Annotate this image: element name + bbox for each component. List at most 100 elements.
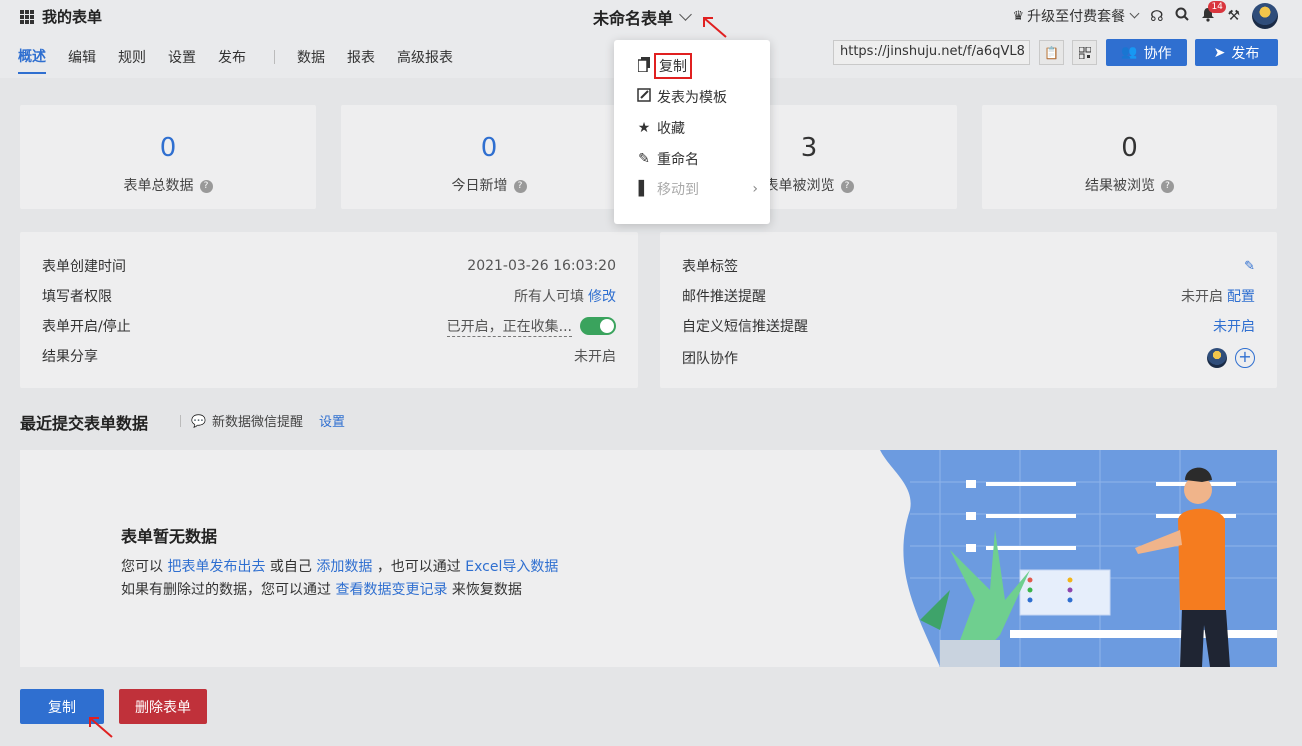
stat-value[interactable]: 0 bbox=[20, 133, 316, 163]
email-row: 邮件推送提醒 未开启 配置 bbox=[682, 286, 1255, 306]
notification-count-badge: 14 bbox=[1208, 0, 1226, 13]
wechat-label: 新数据微信提醒 bbox=[211, 415, 303, 430]
copy-form-button[interactable]: 复制 bbox=[20, 689, 104, 724]
data-history-link[interactable]: 查看数据变更记录 bbox=[335, 582, 447, 598]
empty-state-title: 表单暂无数据 bbox=[121, 527, 218, 546]
menu-item-label: 重命名 bbox=[657, 152, 699, 168]
qrcode-icon bbox=[1078, 46, 1091, 59]
stat-value[interactable]: 0 bbox=[341, 133, 637, 163]
team-label: 团队协作 bbox=[682, 351, 738, 367]
star-icon: ★ bbox=[637, 120, 651, 136]
menu-item-favorite[interactable]: ★ 收藏 bbox=[636, 118, 685, 138]
my-forms-link[interactable]: 我的表单 bbox=[20, 6, 102, 27]
template-icon bbox=[636, 88, 652, 106]
text: 或自己 bbox=[269, 559, 312, 575]
empty-state-card: 表单暂无数据 您可以 把表单发布出去 或自己 添加数据 ，也可以通过 Excel… bbox=[20, 450, 1277, 667]
stat-label: 表单总数据 bbox=[123, 178, 194, 194]
tags-row: 表单标签 ✎ bbox=[682, 256, 1255, 276]
open-toggle[interactable] bbox=[580, 317, 616, 335]
stat-card-today: 0 今日新增? bbox=[341, 105, 637, 209]
menu-item-copy[interactable]: 复制 bbox=[636, 53, 692, 79]
permission-row: 填写者权限 所有人可填 修改 bbox=[42, 286, 616, 306]
support-icon[interactable]: ☊ bbox=[1150, 7, 1163, 25]
tab-advanced-reports[interactable]: 高级报表 bbox=[397, 47, 453, 73]
form-title: 未命名表单 bbox=[593, 9, 674, 28]
search-icon[interactable] bbox=[1175, 7, 1190, 25]
chevron-down-icon[interactable] bbox=[679, 8, 692, 21]
paper-plane-icon: ➤ bbox=[1213, 44, 1226, 61]
empty-data-illustration bbox=[880, 450, 1277, 667]
notification-info-card: 表单标签 ✎ 邮件推送提醒 未开启 配置 自定义短信推送提醒 未开启 团队协作 + bbox=[660, 232, 1277, 388]
chevron-down-icon bbox=[1129, 8, 1140, 19]
upgrade-label: 升级至付费套餐 bbox=[1027, 9, 1126, 25]
upgrade-link[interactable]: ♛ 升级至付费套餐 bbox=[1012, 6, 1140, 26]
created-label: 表单创建时间 bbox=[42, 259, 126, 275]
tab-overview[interactable]: 概述 bbox=[18, 46, 46, 74]
open-status[interactable]: 已开启，正在收集... bbox=[446, 316, 572, 337]
help-icon[interactable]: ? bbox=[1161, 179, 1174, 193]
permission-label: 填写者权限 bbox=[42, 289, 112, 305]
apps-grid-icon bbox=[20, 9, 34, 24]
tools-icon[interactable]: ⚒ bbox=[1227, 8, 1240, 24]
permission-edit-link[interactable]: 修改 bbox=[588, 286, 616, 306]
help-icon[interactable]: ? bbox=[199, 179, 213, 193]
folder-icon: ▌ bbox=[638, 181, 650, 197]
empty-state-line-1: 您可以 把表单发布出去 或自己 添加数据 ，也可以通过 Excel导入数据 bbox=[121, 556, 558, 576]
tab-publish[interactable]: 发布 bbox=[218, 47, 246, 73]
excel-import-link[interactable]: Excel导入数据 bbox=[465, 559, 558, 575]
publish-button[interactable]: ➤ 发布 bbox=[1195, 39, 1278, 66]
email-value: 未开启 bbox=[1181, 289, 1223, 305]
team-row: 团队协作 + bbox=[682, 348, 1255, 368]
add-data-link[interactable]: 添加数据 bbox=[316, 559, 372, 575]
add-member-icon[interactable]: + bbox=[1235, 348, 1255, 368]
tab-data[interactable]: 数据 bbox=[297, 47, 325, 73]
stat-label-row: 今日新增? bbox=[341, 175, 637, 195]
form-tabs: 概述 编辑 规则 设置 发布 数据 报表 高级报表 bbox=[18, 46, 475, 74]
wechat-settings-link[interactable]: 设置 bbox=[319, 411, 345, 430]
collaborate-label: 协作 bbox=[1143, 45, 1172, 62]
text: 如果有删除过的数据，您可以通过 bbox=[121, 582, 331, 598]
form-title-dropdown[interactable]: 未命名表单 bbox=[593, 5, 692, 29]
publish-form-link[interactable]: 把表单发布出去 bbox=[167, 559, 265, 575]
sms-label: 自定义短信推送提醒 bbox=[682, 319, 808, 335]
delete-form-button[interactable]: 删除表单 bbox=[119, 689, 207, 724]
email-config-link[interactable]: 配置 bbox=[1227, 286, 1255, 306]
collaborate-button[interactable]: 👥 协作 bbox=[1106, 39, 1187, 66]
menu-item-template[interactable]: 发表为模板 bbox=[636, 87, 727, 107]
form-info-card: 表单创建时间 2021-03-26 16:03:20 填写者权限 所有人可填 修改… bbox=[20, 232, 638, 388]
users-icon: 👥 bbox=[1121, 45, 1138, 60]
tab-rules[interactable]: 规则 bbox=[118, 47, 146, 73]
notification-bell[interactable]: 14 bbox=[1201, 0, 1226, 26]
member-avatar[interactable] bbox=[1207, 348, 1227, 368]
sms-row: 自定义短信推送提醒 未开启 bbox=[682, 316, 1255, 336]
stat-card-total: 0 表单总数据? bbox=[20, 105, 316, 209]
created-row: 表单创建时间 2021-03-26 16:03:20 bbox=[42, 256, 616, 276]
tab-reports[interactable]: 报表 bbox=[347, 47, 375, 73]
top-right-toolbar: ♛ 升级至付费套餐 ☊ 14 ⚒ bbox=[1012, 0, 1278, 29]
permission-value: 所有人可填 bbox=[514, 289, 584, 305]
recent-data-title: 最近提交表单数据 bbox=[20, 414, 149, 433]
divider bbox=[180, 414, 181, 427]
menu-item-label: 收藏 bbox=[657, 121, 685, 137]
stat-label-row: 结果被浏览? bbox=[982, 175, 1277, 195]
help-icon[interactable]: ? bbox=[513, 179, 527, 193]
stat-value: 0 bbox=[1121, 133, 1138, 163]
qrcode-button[interactable] bbox=[1072, 40, 1097, 65]
clipboard-icon: 📋 bbox=[1044, 45, 1059, 60]
stat-label: 表单被浏览 bbox=[764, 178, 835, 194]
help-icon[interactable]: ? bbox=[840, 179, 854, 193]
tab-edit[interactable]: 编辑 bbox=[68, 47, 96, 73]
sms-value-link[interactable]: 未开启 bbox=[1213, 316, 1255, 336]
menu-item-label: 移动到 bbox=[657, 182, 699, 198]
pencil-icon[interactable]: ✎ bbox=[1244, 259, 1255, 274]
menu-item-rename[interactable]: ✎ 重命名 bbox=[636, 149, 699, 169]
tab-settings[interactable]: 设置 bbox=[168, 47, 196, 73]
user-avatar[interactable] bbox=[1252, 3, 1278, 29]
copy-url-button[interactable]: 📋 bbox=[1039, 40, 1064, 65]
form-url-field[interactable]: https://jinshuju.net/f/a6qVL8 bbox=[833, 40, 1030, 65]
pencil-icon: ✎ bbox=[638, 151, 650, 167]
created-value: 2021-03-26 16:03:20 bbox=[467, 258, 616, 274]
text: 来恢复数据 bbox=[451, 582, 522, 598]
publish-label: 发布 bbox=[1231, 45, 1260, 62]
email-label: 邮件推送提醒 bbox=[682, 289, 766, 305]
